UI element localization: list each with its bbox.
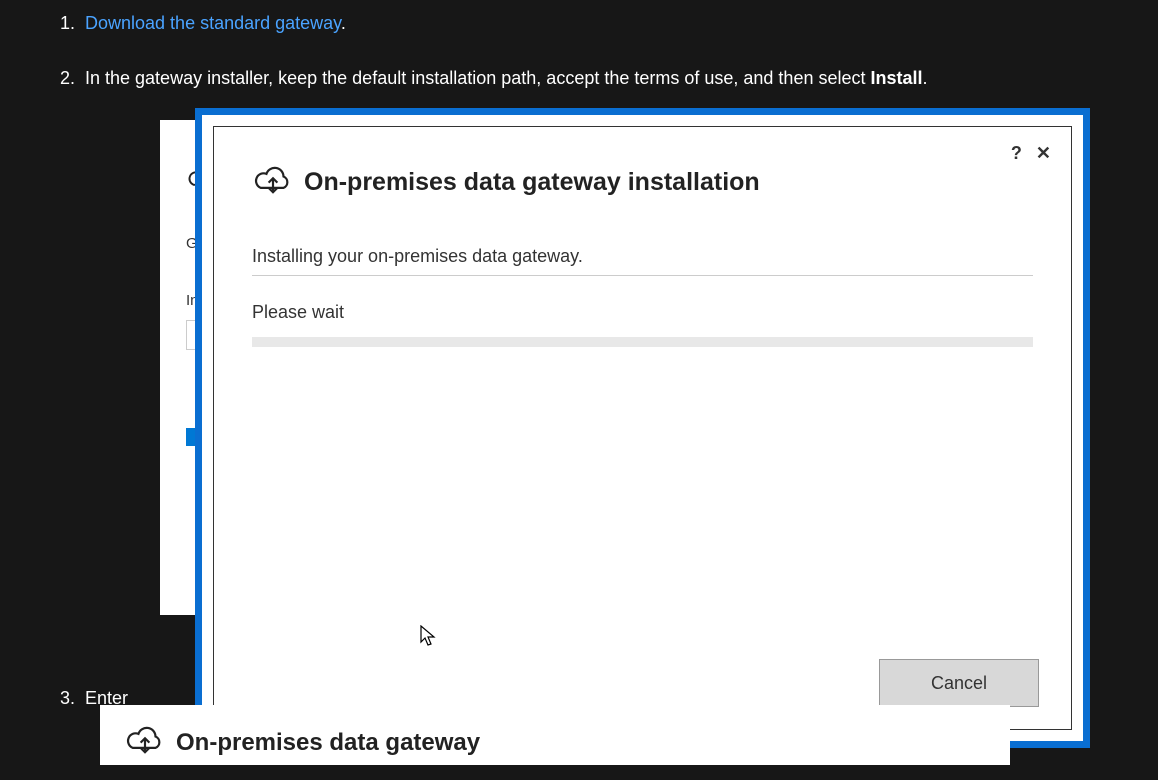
dialog-top-icons: ? ✕ [1011,143,1051,164]
cloud-upload-icon [252,159,294,206]
installer-dialog: ? ✕ On-premises data gateway [213,126,1072,730]
cloud-icon-bottom [124,719,166,766]
download-gateway-link[interactable]: Download the standard gateway [85,13,341,33]
step-2: 2. In the gateway installer, keep the de… [60,65,1098,92]
step-2-install-word: Install [871,68,923,88]
please-wait-text: Please wait [252,302,1033,323]
step-1: 1. Download the standard gateway. [60,10,1098,37]
screenshot-step-3: On-premises data gateway [100,705,1010,765]
step-3-number: 3. [60,685,85,712]
step-1-number: 1. [60,10,85,37]
installer-dialog-highlight: ? ✕ On-premises data gateway [197,110,1088,746]
cancel-button[interactable]: Cancel [879,659,1039,707]
step-2-number: 2. [60,65,85,92]
step-2-text: In the gateway installer, keep the defau… [85,65,928,92]
document-content: 1. Download the standard gateway. 2. In … [0,0,1158,750]
step-1-period: . [341,13,346,33]
install-progress-bar [252,337,1033,347]
help-icon[interactable]: ? [1011,143,1022,164]
step-1-text: Download the standard gateway. [85,10,346,37]
step-2-after: . [923,68,928,88]
dialog-title-row: On-premises data gateway installation [252,147,1033,206]
install-status-text: Installing your on-premises data gateway… [252,246,1033,276]
dialog-title: On-premises data gateway installation [304,168,760,197]
screenshot-step-2: Ge Ins ? ✕ [160,110,1088,655]
close-icon[interactable]: ✕ [1036,143,1051,164]
bottom-dialog-title: On-premises data gateway [176,729,480,757]
step-2-before: In the gateway installer, keep the defau… [85,68,871,88]
